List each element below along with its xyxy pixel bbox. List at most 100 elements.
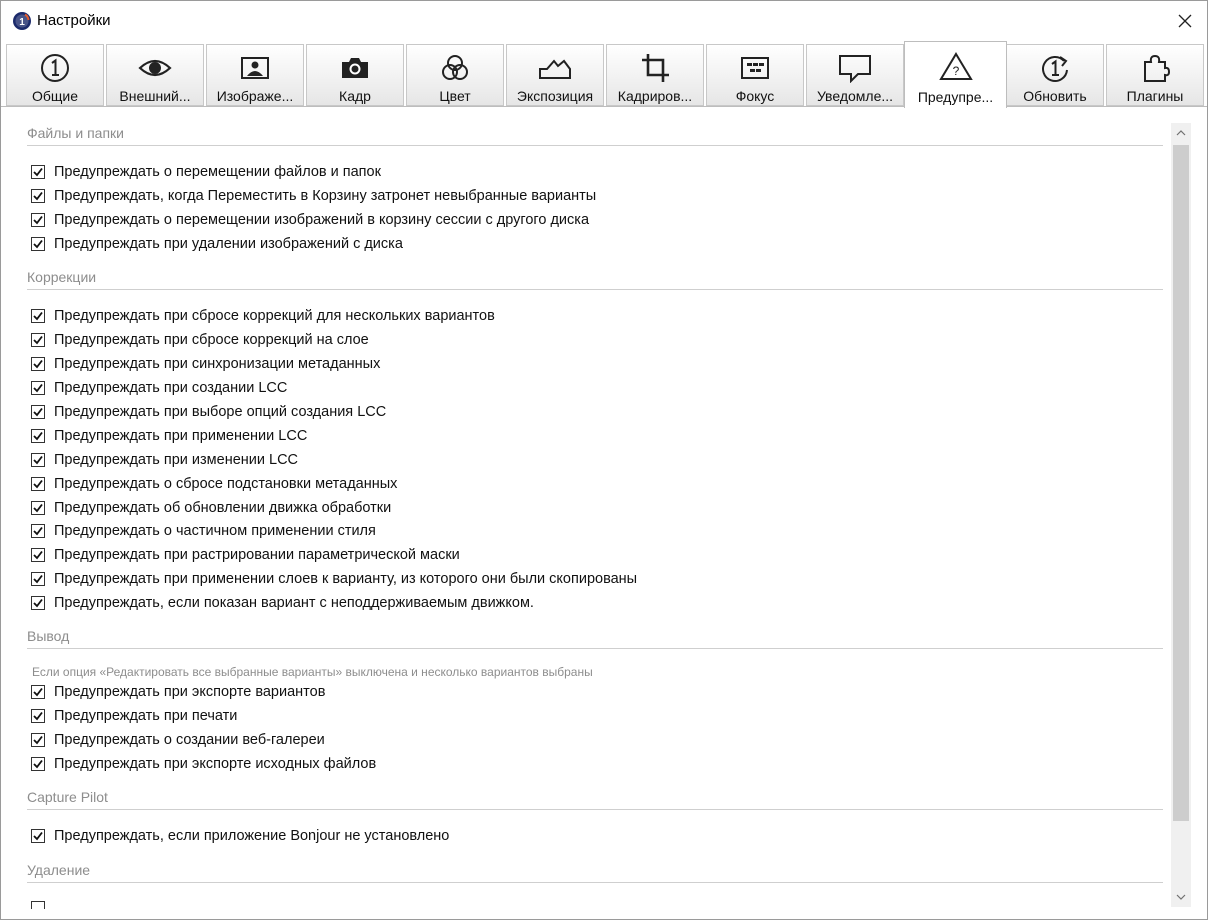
general-icon (41, 54, 69, 82)
checkbox[interactable] (31, 757, 45, 771)
checkmark-icon (33, 598, 43, 608)
tab-label: Предупре... (917, 89, 994, 105)
close-icon (1178, 14, 1192, 28)
checkbox[interactable] (31, 333, 45, 347)
chevron-down-icon (1176, 894, 1186, 900)
checkbox[interactable] (31, 237, 45, 251)
checkbox-row[interactable]: Предупреждать при растрировании параметр… (31, 545, 460, 565)
checkbox[interactable] (31, 189, 45, 203)
checkbox-row[interactable]: Предупреждать, если приложение Bonjour н… (31, 826, 449, 846)
checkbox-label: Предупреждать об обновлении движка обраб… (54, 500, 392, 516)
checkbox-row[interactable]: Предупреждать при экспорте вариантов (31, 682, 325, 702)
tab-capture[interactable]: Кадр (306, 44, 404, 106)
output-note: Если опция «Редактировать все выбранные … (32, 665, 593, 679)
checkbox-label: Предупреждать о создании веб-галереи (54, 732, 325, 748)
scroll-thumb[interactable] (1173, 145, 1189, 821)
tab-label: Уведомле... (816, 88, 894, 104)
checkbox[interactable] (31, 548, 45, 562)
checkbox-row[interactable]: Предупреждать о перемещении файлов и пап… (31, 162, 381, 182)
tab-color[interactable]: Цвет (406, 44, 504, 106)
tab-focus[interactable]: Фокус (706, 44, 804, 106)
tab-label: Кадриров... (617, 88, 693, 104)
checkbox-row[interactable]: Предупреждать о создании веб-галереи (31, 730, 325, 750)
checkbox-label: Предупреждать при растрировании параметр… (54, 547, 460, 563)
checkbox-row[interactable]: Предупреждать об обновлении движка обраб… (31, 498, 391, 518)
tab-crop[interactable]: Кадриров... (606, 44, 704, 106)
checkbox[interactable] (31, 381, 45, 395)
checkbox-row[interactable]: Предупреждать при экспорте исходных файл… (31, 754, 376, 774)
tab-general[interactable]: Общие (6, 44, 104, 106)
section-header-output: Вывод (27, 628, 1163, 649)
checkbox[interactable] (31, 429, 45, 443)
checkbox[interactable] (31, 165, 45, 179)
checkbox-row[interactable]: Предупреждать при изменении LCC (31, 450, 298, 470)
checkbox-label: Предупреждать, если показан вариант с не… (54, 595, 534, 611)
checkbox[interactable] (31, 405, 45, 419)
scroll-down-button[interactable] (1171, 887, 1191, 907)
checkbox[interactable] (31, 733, 45, 747)
tab-exposure[interactable]: Экспозиция (506, 44, 604, 106)
checkbox-row[interactable]: Предупреждать при применении слоев к вар… (31, 569, 637, 589)
checkmark-icon (33, 550, 43, 560)
tab-warnings[interactable]: ? Предупре... (904, 41, 1007, 108)
checkbox-row[interactable]: Предупреждать о частичном применении сти… (31, 521, 376, 541)
partial-checkbox-row[interactable] (31, 899, 45, 909)
svg-text:?: ? (952, 64, 959, 78)
checkbox[interactable] (31, 709, 45, 723)
close-button[interactable] (1163, 1, 1207, 41)
checkmark-icon (33, 526, 43, 536)
tab-appearance[interactable]: Внешний... (106, 44, 204, 106)
checkbox-label: Предупреждать при сбросе коррекций на сл… (54, 332, 369, 348)
checkbox-row[interactable]: Предупреждать при сбросе коррекций на сл… (31, 330, 369, 350)
checkmark-icon (33, 311, 43, 321)
tab-bar: Общие Внешний... Изображе... Кадр Цвет Э… (1, 41, 1207, 108)
checkbox-row[interactable]: Предупреждать, если показан вариант с не… (31, 593, 534, 613)
checkbox-row[interactable]: Предупреждать при применении LCC (31, 426, 307, 446)
checkbox-row[interactable]: Предупреждать при удалении изображений с… (31, 234, 403, 254)
checkbox[interactable] (31, 572, 45, 586)
checkbox-row[interactable]: Предупреждать при выборе опций создания … (31, 402, 386, 422)
chevron-up-icon (1176, 130, 1186, 136)
section-header-deletion: Удаление (27, 862, 1163, 883)
checkbox-row[interactable]: Предупреждать, когда Переместить в Корзи… (31, 186, 596, 206)
checkbox[interactable] (31, 213, 45, 227)
checkbox[interactable] (31, 596, 45, 610)
checkbox-row[interactable]: Предупреждать при печати (31, 706, 237, 726)
checkbox-row[interactable]: Предупреждать при создании LCC (31, 378, 287, 398)
checkbox-label: Предупреждать при экспорте исходных файл… (54, 756, 377, 772)
tab-notifications[interactable]: Уведомле... (806, 44, 904, 106)
scroll-up-button[interactable] (1171, 123, 1191, 143)
checkbox-label: Предупреждать, когда Переместить в Корзи… (54, 188, 597, 204)
tab-update[interactable]: Обновить (1006, 44, 1104, 106)
tab-plugins[interactable]: Плагины (1106, 44, 1204, 106)
focus-icon (741, 57, 769, 79)
checkbox[interactable] (31, 685, 45, 699)
speech-bubble-icon (839, 55, 871, 83)
checkbox[interactable] (31, 901, 45, 909)
checkbox-label: Предупреждать при экспорте вариантов (54, 684, 326, 700)
checkbox[interactable] (31, 477, 45, 491)
app-logo-icon: 1 (13, 12, 31, 30)
tab-label: Изображе... (216, 88, 294, 104)
checkmark-icon (33, 239, 43, 249)
checkbox[interactable] (31, 501, 45, 515)
checkbox-label: Предупреждать при удалении изображений с… (54, 236, 403, 252)
checkmark-icon (33, 359, 43, 369)
checkbox[interactable] (31, 524, 45, 538)
checkmark-icon (33, 574, 43, 584)
checkmark-icon (33, 687, 43, 697)
scrollbar[interactable] (1171, 123, 1191, 907)
checkbox-label: Предупреждать о перемещении изображений … (54, 212, 590, 228)
checkbox[interactable] (31, 829, 45, 843)
checkbox-row[interactable]: Предупреждать о сбросе подстановки метад… (31, 474, 397, 494)
checkbox[interactable] (31, 309, 45, 323)
checkbox-row[interactable]: Предупреждать при сбросе коррекций для н… (31, 306, 495, 326)
checkbox-row[interactable]: Предупреждать о перемещении изображений … (31, 210, 589, 230)
checkmark-icon (33, 479, 43, 489)
checkbox-label: Предупреждать при сбросе коррекций для н… (54, 308, 495, 324)
tab-image[interactable]: Изображе... (206, 44, 304, 106)
checkbox[interactable] (31, 453, 45, 467)
checkbox-label: Предупреждать при применении слоев к вар… (54, 571, 638, 587)
checkbox-row[interactable]: Предупреждать при синхронизации метаданн… (31, 354, 380, 374)
checkbox[interactable] (31, 357, 45, 371)
